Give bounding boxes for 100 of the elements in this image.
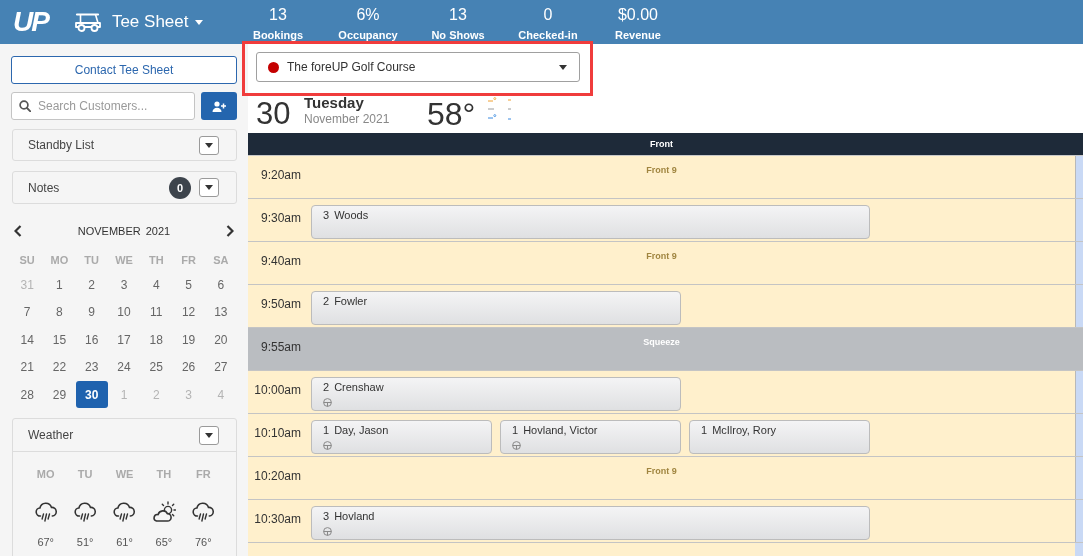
calendar-day[interactable]: 24 <box>108 353 140 381</box>
panel-toggle-button[interactable] <box>199 135 219 155</box>
calendar-day[interactable]: 1 <box>43 271 76 299</box>
weekday-label: FR <box>181 254 196 266</box>
tee-time-row[interactable]: 9:20am Front 9 <box>248 156 1083 199</box>
booking-name: Hovland, Victor <box>523 423 598 437</box>
calendar-day[interactable]: 16 <box>75 326 108 354</box>
calendar-day[interactable]: 7 <box>11 298 44 326</box>
app-logo[interactable]: UP <box>13 7 48 37</box>
rain-cloud-icon <box>112 501 137 523</box>
booking-card[interactable]: 3 Woods <box>311 205 870 239</box>
tee-time: 9:20am <box>260 167 302 182</box>
column-header: Front <box>248 133 1083 156</box>
calendar-day[interactable]: 5 <box>172 271 205 299</box>
tee-time: 9:30am <box>260 210 302 225</box>
calendar-day[interactable]: 25 <box>140 353 173 381</box>
tee-time-row[interactable]: 10:00am 2 Crenshaw <box>248 371 1083 414</box>
forecast-day: FR <box>195 464 211 484</box>
calendar-day[interactable]: 28 <box>11 381 44 409</box>
calendar-day[interactable]: 23 <box>75 353 108 381</box>
stat-value: 13 <box>449 6 467 24</box>
stat-label: No Shows <box>431 28 485 42</box>
weekday-label: TH <box>148 254 164 266</box>
calendar-day[interactable]: 29 <box>43 381 76 409</box>
search-icon <box>19 100 31 112</box>
booking-card[interactable]: 1 Day, Jason <box>311 420 492 454</box>
forecast-temperature: 61° <box>116 536 133 548</box>
weekday-label: WE <box>115 254 133 266</box>
temperature-text: 58° <box>427 96 476 131</box>
status-dot-icon <box>268 61 279 73</box>
booking-card[interactable]: 1 McIlroy, Rory <box>689 420 870 454</box>
steering-wheel-icon <box>512 441 521 450</box>
chevron-left-icon[interactable] <box>14 225 22 237</box>
calendar-day[interactable]: 17 <box>108 326 140 354</box>
calendar-day[interactable]: 20 <box>204 326 237 354</box>
tee-time: 9:40am <box>260 253 302 268</box>
steering-wheel-icon <box>323 441 332 450</box>
calendar-day[interactable]: 10 <box>108 298 140 326</box>
forecast-day: TH <box>156 464 172 484</box>
contact-tee-sheet-button[interactable]: Contact Tee Sheet <box>11 56 237 84</box>
tee-time-row[interactable]: 10:10am 1 Day, Jason 1 Hovland, Victor 1 McIlroy, Rory <box>248 414 1083 457</box>
temperature-range-icon <box>487 96 514 121</box>
calendar-day[interactable]: 18 <box>140 326 173 354</box>
panel-title: Standby List <box>28 138 96 152</box>
calendar-day[interactable]: 4 <box>140 271 173 299</box>
notes-count-badge: 0 <box>169 176 191 199</box>
calendar-day[interactable]: 8 <box>43 298 76 326</box>
row-label: Front 9 <box>646 466 677 477</box>
panel-title: Notes <box>28 180 61 195</box>
calendar-day[interactable]: 22 <box>43 353 76 381</box>
steering-wheel-icon <box>323 527 332 536</box>
add-customer-button[interactable] <box>201 92 237 120</box>
tee-time-row[interactable]: 10:30am 3 Hovland <box>248 500 1083 543</box>
rain-cloud-icon <box>191 501 216 523</box>
chevron-right-icon[interactable] <box>226 225 234 237</box>
tee-time: 10:20am <box>254 468 302 483</box>
tee-time-row[interactable]: 9:30am 3 Woods <box>248 199 1083 242</box>
tee-time-row[interactable]: 9:40am Front 9 <box>248 242 1083 285</box>
panel-toggle-button[interactable] <box>199 425 219 445</box>
calendar-day[interactable]: 15 <box>43 326 76 354</box>
calendar-day[interactable]: 30 <box>75 381 108 409</box>
calendar-day[interactable]: 27 <box>204 353 237 381</box>
weekday-text: Tuesday <box>304 94 364 112</box>
calendar-day[interactable]: 6 <box>204 271 237 299</box>
booking-card[interactable]: 2 Fowler <box>311 291 681 325</box>
weekday-label: TU <box>84 254 100 266</box>
booking-card[interactable]: 2 Crenshaw <box>311 377 681 411</box>
search-field[interactable]: Search Customers... <box>11 92 195 120</box>
module-menu[interactable]: Tee Sheet <box>111 12 204 32</box>
player-count: 1 <box>512 423 519 437</box>
stat-value: 13 <box>269 6 287 24</box>
calendar-day[interactable]: 2 <box>75 271 108 299</box>
calendar-day[interactable]: 11 <box>140 298 173 326</box>
calendar-day[interactable]: 19 <box>172 326 205 354</box>
booking-card[interactable]: 1 Hovland, Victor <box>500 420 681 454</box>
booking-name: Hovland <box>334 509 375 523</box>
panel-toggle-button[interactable] <box>199 178 219 197</box>
calendar-day[interactable]: 12 <box>172 298 205 326</box>
calendar-day[interactable]: 21 <box>11 353 44 381</box>
booking-name: Day, Jason <box>334 423 389 437</box>
course-select[interactable]: The foreUP Golf Course <box>256 52 580 82</box>
panel-title: Weather <box>28 428 75 442</box>
forecast-day: MO <box>36 464 55 484</box>
tee-time-row[interactable]: 10:20am Front 9 <box>248 457 1083 500</box>
tee-time-row[interactable]: 9:50am 2 Fowler <box>248 285 1083 328</box>
weekday-label: SA <box>213 254 229 266</box>
booking-name: Fowler <box>334 294 368 308</box>
stat-label: Bookings <box>252 28 304 42</box>
calendar-day[interactable]: 14 <box>11 326 44 354</box>
booking-card[interactable]: 3 Hovland <box>311 506 870 540</box>
stat-label: Checked-in <box>518 28 578 42</box>
caret-down-icon <box>195 19 204 25</box>
player-count: 2 <box>323 294 330 308</box>
calendar-day[interactable]: 13 <box>204 298 237 326</box>
calendar-day[interactable]: 26 <box>172 353 205 381</box>
forecast-temperature: 51° <box>76 536 94 548</box>
forecast-day: TU <box>77 464 93 484</box>
calendar-day[interactable]: 3 <box>108 271 140 299</box>
tee-time: 9:55am <box>260 339 302 354</box>
calendar-day[interactable]: 9 <box>75 298 108 326</box>
